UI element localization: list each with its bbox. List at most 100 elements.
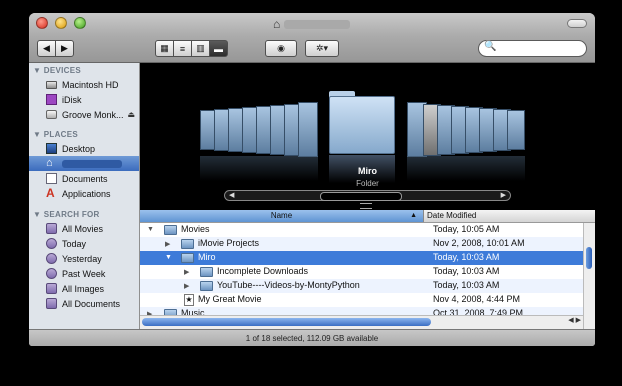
date-modified-column-header[interactable]: Date Modified bbox=[427, 210, 476, 222]
file-name: iMovie Projects bbox=[198, 238, 260, 248]
vertical-scroll-thumb[interactable] bbox=[586, 247, 592, 269]
disclosure-collapsed-icon[interactable]: ▶ bbox=[184, 282, 189, 290]
movie-file-icon: ★ bbox=[184, 294, 194, 306]
applications-icon: A bbox=[46, 186, 55, 200]
sidebar-item-documents[interactable]: Documents bbox=[29, 171, 139, 186]
search-field[interactable]: 🔍 bbox=[478, 40, 587, 57]
sidebar-item-label: All Images bbox=[62, 283, 105, 294]
file-date: Today, 10:05 AM bbox=[433, 224, 500, 234]
resize-grip[interactable] bbox=[360, 203, 372, 209]
search-icon: 🔍 bbox=[484, 41, 497, 52]
devices-header[interactable]: ▼ DEVICES bbox=[33, 66, 81, 75]
clock-icon bbox=[46, 268, 57, 279]
places-header[interactable]: ▼ PLACES bbox=[33, 130, 78, 139]
scroll-arrows-icon[interactable]: ◀ ▶ bbox=[568, 316, 581, 324]
list-row-incomplete-downloads[interactable]: ▶ Incomplete Downloads Today, 10:03 AM bbox=[140, 265, 583, 279]
sidebar-item-label: Macintosh HD bbox=[62, 79, 119, 90]
sidebar-item-today[interactable]: Today bbox=[29, 236, 139, 251]
status-bar: 1 of 18 selected, 112.09 GB available bbox=[29, 329, 595, 346]
back-button[interactable]: ◀ bbox=[37, 40, 56, 57]
close-button[interactable] bbox=[36, 17, 48, 29]
action-menu-button[interactable]: ✲▾ bbox=[305, 40, 339, 57]
sidebar-item-all-images[interactable]: All Images bbox=[29, 281, 139, 296]
horizontal-scrollbar[interactable]: ◀ ▶ bbox=[140, 315, 583, 329]
column-view-button[interactable]: ▥ bbox=[191, 40, 210, 57]
list-row-miro[interactable]: ▼ Miro Today, 10:03 AM bbox=[140, 251, 583, 265]
sidebar-item-yesterday[interactable]: Yesterday bbox=[29, 251, 139, 266]
sidebar-item-label: Desktop bbox=[62, 143, 96, 154]
cover-flow-icon: ▬ bbox=[214, 43, 223, 54]
cover-flow-selected-folder[interactable] bbox=[329, 96, 395, 154]
toolbar-toggle-button[interactable] bbox=[567, 19, 587, 28]
toolbar: ◀ ▶ ▦ ≡ ▥ ▬ ◉ ✲▾ 🔍 bbox=[29, 36, 595, 63]
sidebar-item-label: Today bbox=[62, 238, 87, 249]
idisk-icon bbox=[46, 94, 57, 105]
horizontal-scroll-thumb[interactable] bbox=[142, 318, 431, 326]
home-folder-name-redacted bbox=[62, 159, 122, 168]
list-row-my-great-movie[interactable]: ★ My Great Movie Nov 4, 2008, 4:44 PM bbox=[140, 293, 583, 307]
list-row-imovie-projects[interactable]: ▶ iMovie Projects Nov 2, 2008, 10:01 AM bbox=[140, 237, 583, 251]
folder-icon bbox=[200, 267, 213, 277]
sidebar-item-all-movies[interactable]: All Movies bbox=[29, 221, 139, 236]
smart-folder-icon bbox=[46, 298, 57, 309]
cover-flow-reflection bbox=[407, 156, 525, 181]
title-bar[interactable]: ⌂ bbox=[29, 13, 595, 36]
zoom-button[interactable] bbox=[74, 17, 86, 29]
sidebar-item-all-documents[interactable]: All Documents bbox=[29, 296, 139, 311]
cover-flow-view-button[interactable]: ▬ bbox=[209, 40, 228, 57]
file-date: Nov 2, 2008, 10:01 AM bbox=[433, 238, 525, 248]
cover-flow-folder[interactable] bbox=[507, 110, 525, 150]
icon-view-button[interactable]: ▦ bbox=[155, 40, 174, 57]
clock-icon bbox=[46, 238, 57, 249]
sidebar-item-applications[interactable]: A Applications bbox=[29, 186, 139, 201]
folder-icon bbox=[181, 253, 194, 263]
sidebar-item-past-week[interactable]: Past Week bbox=[29, 266, 139, 281]
home-icon: ⌂ bbox=[273, 17, 281, 31]
file-date: Today, 10:03 AM bbox=[433, 252, 500, 262]
sort-ascending-icon: ▲ bbox=[410, 212, 417, 219]
cover-flow-pane[interactable]: Miro Folder ◀ ▶ bbox=[140, 63, 595, 210]
list-row-youtube-videos[interactable]: ▶ YouTube----Videos-by-MontyPython Today… bbox=[140, 279, 583, 293]
sidebar-item-label: iDisk bbox=[62, 94, 82, 105]
gear-icon: ✲▾ bbox=[315, 43, 329, 53]
sidebar-item-label: Groove Monk... bbox=[62, 109, 124, 120]
back-forward-control: ◀ ▶ bbox=[37, 40, 74, 57]
sidebar: ▼ DEVICES Macintosh HD iDisk Groove Monk… bbox=[29, 63, 140, 329]
list-header: Name ▲ Date Modified bbox=[140, 210, 595, 223]
window-title: ⌂ bbox=[273, 17, 351, 31]
scroll-right-icon[interactable]: ▶ bbox=[501, 191, 506, 199]
icon-view-icon: ▦ bbox=[160, 43, 169, 53]
name-column-header[interactable]: Name ▲ bbox=[140, 210, 424, 222]
list-row-movies[interactable]: ▼ Movies Today, 10:05 AM bbox=[140, 223, 583, 237]
desktop-icon bbox=[46, 143, 57, 154]
forward-arrow-icon: ▶ bbox=[61, 43, 68, 53]
file-name: Incomplete Downloads bbox=[217, 266, 309, 276]
minimize-button[interactable] bbox=[55, 17, 67, 29]
file-name: Movies bbox=[181, 224, 210, 234]
vertical-scrollbar[interactable] bbox=[583, 223, 595, 329]
cover-flow-scrollbar[interactable]: ◀ ▶ bbox=[224, 190, 511, 201]
sidebar-item-home[interactable]: ⌂ bbox=[29, 156, 139, 171]
disclosure-collapsed-icon[interactable]: ▶ bbox=[184, 268, 189, 276]
scroll-left-icon[interactable]: ◀ bbox=[229, 191, 234, 199]
disclosure-expanded-icon[interactable]: ▼ bbox=[165, 254, 172, 261]
documents-icon bbox=[46, 173, 57, 184]
sidebar-item-groove-monk[interactable]: Groove Monk... ⏏ bbox=[29, 107, 139, 122]
cover-flow-folder[interactable] bbox=[298, 102, 318, 157]
sidebar-item-idisk[interactable]: iDisk bbox=[29, 92, 139, 107]
disclosure-collapsed-icon[interactable]: ▶ bbox=[165, 240, 170, 248]
file-date: Today, 10:03 AM bbox=[433, 280, 500, 290]
list-view-button[interactable]: ≡ bbox=[173, 40, 192, 57]
folder-icon bbox=[181, 239, 194, 249]
quick-look-button[interactable]: ◉ bbox=[265, 40, 297, 57]
sidebar-item-label: Yesterday bbox=[62, 253, 102, 264]
forward-button[interactable]: ▶ bbox=[55, 40, 74, 57]
disclosure-expanded-icon[interactable]: ▼ bbox=[147, 226, 154, 233]
eye-icon: ◉ bbox=[277, 43, 285, 53]
sidebar-item-desktop[interactable]: Desktop bbox=[29, 141, 139, 156]
folder-icon bbox=[164, 225, 177, 235]
search-for-header[interactable]: ▼ SEARCH FOR bbox=[33, 210, 100, 219]
eject-icon[interactable]: ⏏ bbox=[127, 110, 135, 119]
cover-flow-scroll-thumb[interactable] bbox=[320, 192, 402, 201]
sidebar-item-macintosh-hd[interactable]: Macintosh HD bbox=[29, 77, 139, 92]
